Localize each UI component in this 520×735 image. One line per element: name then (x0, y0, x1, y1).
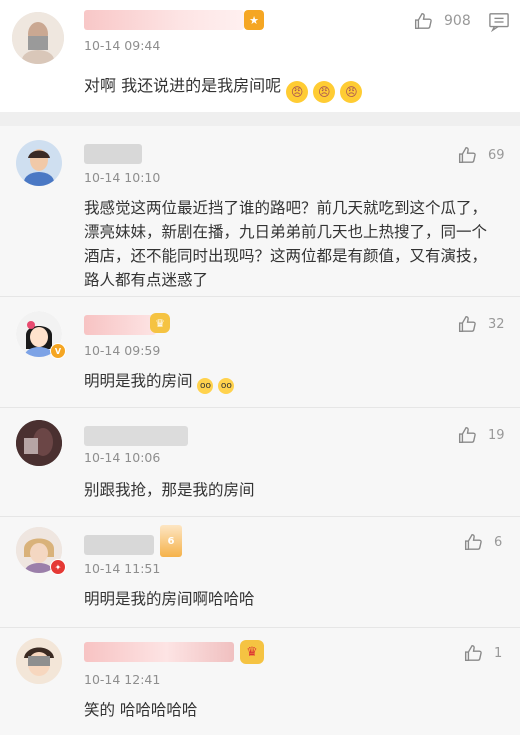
avatar[interactable] (16, 140, 62, 186)
like-count: 908 (444, 13, 471, 29)
username[interactable] (84, 144, 142, 164)
crown-icon: ♛ (150, 313, 170, 333)
comment-item: ★ 10-14 09:44 908 对啊 我还说进的是我房间呢 😠 😠 😠 (0, 0, 520, 112)
verified-badge-icon: ✦ (50, 559, 66, 575)
like-button[interactable]: 32 (456, 311, 505, 337)
angry-face-emoji: 😠 (340, 81, 363, 103)
comment-text: 明明是我的房间 oo oo (84, 369, 500, 394)
reply-button[interactable] (488, 12, 510, 36)
comment-item: 10-14 10:06 别跟我抢，那是我的房间 19 (0, 408, 520, 517)
like-button[interactable]: 19 (456, 422, 505, 448)
comment-text: 我感觉这两位最近挡了谁的路吧？前几天就吃到这个瓜了，漂亮妹妹，新剧在播，九日弟弟… (84, 199, 488, 289)
comment-text: 笑的 哈哈哈哈哈 (84, 701, 198, 719)
nerd-face-emoji: oo (197, 378, 214, 394)
comment-item: V ♛ 10-14 09:59 明明是我的房间 oo oo 32 (0, 297, 520, 408)
angry-face-emoji: 😠 (313, 81, 336, 103)
verified-badge-icon: V (50, 343, 66, 359)
like-button[interactable]: 69 (456, 142, 505, 168)
like-button[interactable]: 908 (412, 8, 471, 34)
like-button[interactable]: 1 (462, 640, 502, 666)
angry-face-emoji: 😠 (286, 81, 309, 103)
comment-time: 10-14 10:10 (84, 170, 161, 185)
thumbs-up-icon (464, 644, 482, 662)
comment-item: ♛ 10-14 12:41 笑的 哈哈哈哈哈 1 (0, 628, 520, 735)
vip-level-icon: ★ (244, 10, 264, 30)
crown-icon: ♛ (240, 640, 264, 664)
vip-level-icon: 6 (160, 525, 182, 557)
username[interactable] (84, 426, 188, 446)
thumbs-up-icon (464, 533, 482, 551)
like-count: 1 (494, 645, 503, 661)
avatar[interactable] (12, 12, 64, 64)
comment-item: 10-14 10:10 我感觉这两位最近挡了谁的路吧？前几天就吃到这个瓜了，漂亮… (0, 126, 520, 297)
comment-time: 10-14 12:41 (84, 672, 161, 687)
section-divider (0, 112, 520, 126)
thumbs-up-icon (458, 315, 476, 333)
like-button[interactable]: 6 (462, 529, 502, 555)
comment-icon (489, 13, 509, 33)
username[interactable] (84, 642, 234, 662)
comment-time: 10-14 09:59 (84, 343, 161, 358)
avatar[interactable] (16, 420, 62, 466)
nerd-face-emoji: oo (218, 378, 235, 394)
username[interactable] (84, 315, 156, 335)
like-count: 32 (488, 316, 505, 332)
username[interactable] (84, 10, 244, 30)
like-count: 19 (488, 427, 505, 443)
comment-text: 明明是我的房间啊哈哈哈 (84, 590, 255, 608)
thumbs-up-icon (458, 146, 476, 164)
thumbs-up-icon (414, 12, 432, 30)
comment-text: 别跟我抢，那是我的房间 (84, 481, 255, 499)
username[interactable] (84, 535, 154, 555)
comment-text: 对啊 我还说进的是我房间呢 😠 😠 😠 (84, 74, 500, 103)
comment-time: 10-14 10:06 (84, 450, 161, 465)
thumbs-up-icon (458, 426, 476, 444)
like-count: 69 (488, 147, 505, 163)
comment-item: ✦ 6 10-14 11:51 明明是我的房间啊哈哈哈 6 (0, 517, 520, 628)
like-count: 6 (494, 534, 503, 550)
comment-time: 10-14 09:44 (84, 38, 161, 53)
comment-time: 10-14 11:51 (84, 561, 161, 576)
avatar[interactable] (16, 638, 62, 684)
